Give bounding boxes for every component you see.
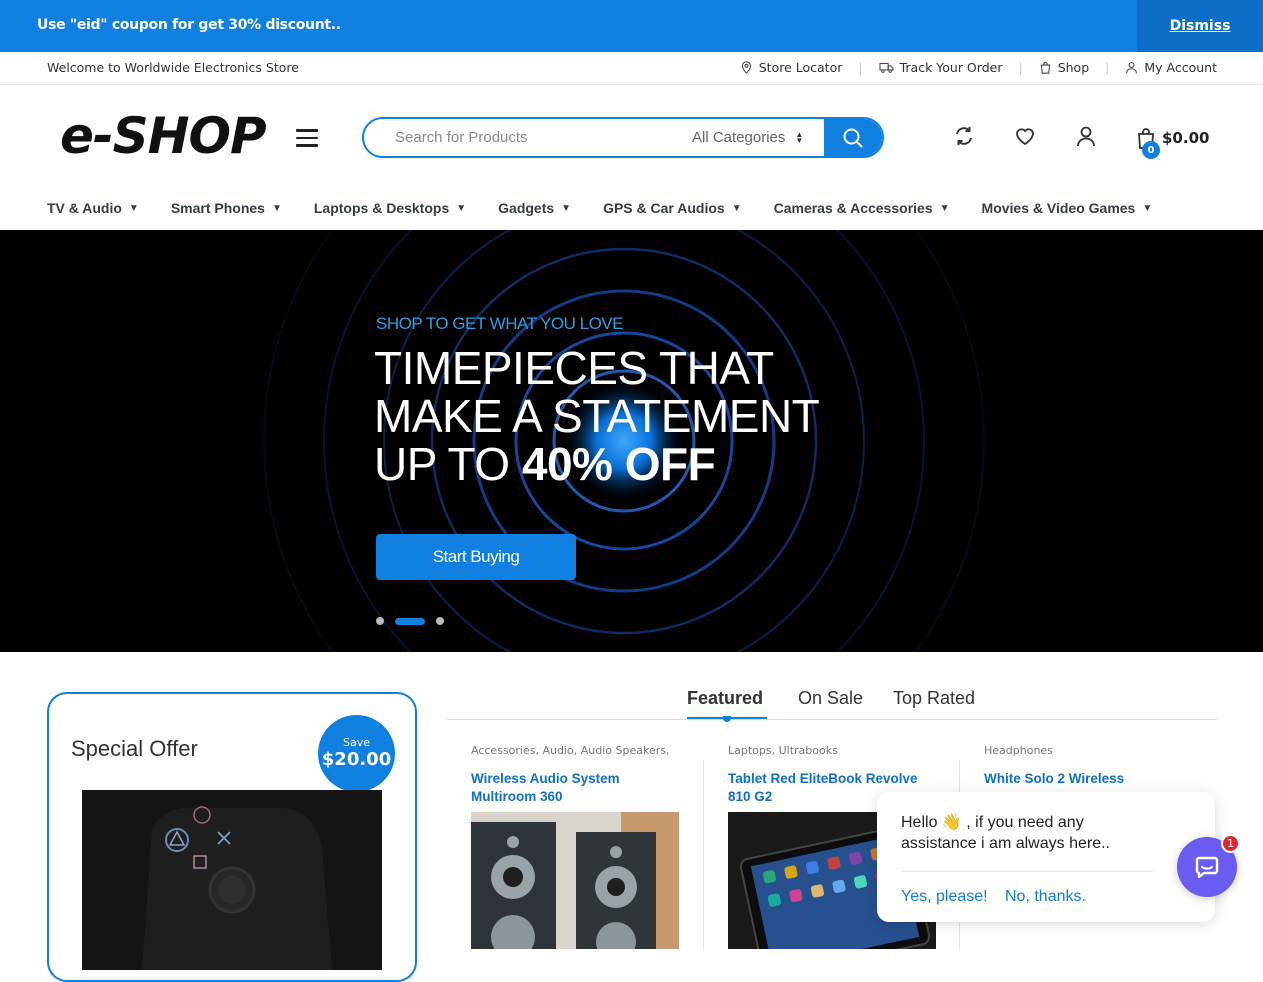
chevron-down-icon: ▼ xyxy=(456,202,467,214)
cart-count-badge: 0 xyxy=(1142,141,1160,159)
divider: | xyxy=(1105,60,1110,75)
search-icon xyxy=(843,128,863,147)
dismiss-link[interactable]: Dismiss xyxy=(1137,0,1263,52)
notice-text: Use "eid" coupon for get 30% discount.. xyxy=(37,17,341,33)
chat-message: Hello 👋 , if you need any assistance i a… xyxy=(901,814,1110,852)
chevron-down-icon: ▼ xyxy=(731,202,742,214)
start-buying-button[interactable]: Start Buying xyxy=(376,534,576,580)
nav-item-gps-car-audios[interactable]: GPS & Car Audios ▼ xyxy=(603,197,742,219)
slider-dot[interactable] xyxy=(436,617,444,625)
chevron-down-icon: ▼ xyxy=(939,202,950,214)
hero-subtitle: SHOP TO GET WHAT YOU LOVE xyxy=(376,314,623,333)
shop-label: Shop xyxy=(1057,60,1090,75)
slider-dot[interactable] xyxy=(376,617,384,625)
map-pin-icon xyxy=(741,61,751,74)
nav-item-laptops-desktops[interactable]: Laptops & Desktops ▼ xyxy=(314,197,466,219)
heart-icon[interactable] xyxy=(1014,125,1036,147)
cart-total: $0.00 xyxy=(1162,129,1210,147)
tab-featured[interactable]: Featured xyxy=(687,688,763,709)
category-label: All Categories xyxy=(692,129,786,146)
store-notice: Use "eid" coupon for get 30% discount.. … xyxy=(0,0,1263,52)
top-links: Store Locator | Track Your Order | Shop … xyxy=(740,60,1217,75)
tab-on-sale[interactable]: On Sale xyxy=(798,688,863,709)
chat-popup: Hello 👋 , if you need any assistance i a… xyxy=(877,792,1215,922)
user-icon xyxy=(1126,62,1138,74)
hero-title-line: TIMEPIECES THAT xyxy=(374,342,774,394)
product-title[interactable]: White Solo 2 Wireless xyxy=(984,770,1204,788)
hero-title-prefix: UP TO xyxy=(374,438,522,490)
nav-label: GPS & Car Audios xyxy=(603,200,725,216)
truck-icon xyxy=(879,62,894,73)
special-offer-title: Special Offer xyxy=(71,736,198,761)
nav-item-tv-audio[interactable]: TV & Audio ▼ xyxy=(47,197,139,219)
nav-label: Gadgets xyxy=(498,200,555,216)
tab-top-rated[interactable]: Top Rated xyxy=(893,688,975,709)
account-icon[interactable] xyxy=(1075,125,1097,147)
hero-discount: 40% OFF xyxy=(521,438,716,490)
product-category[interactable]: Laptops, Ultrabooks xyxy=(728,744,838,757)
divider xyxy=(703,760,704,949)
menu-toggle-icon[interactable] xyxy=(296,129,318,147)
nav-label: Movies & Video Games xyxy=(981,200,1136,216)
store-locator-label: Store Locator xyxy=(758,60,843,75)
chat-no-button[interactable]: No, thanks. xyxy=(1005,888,1086,906)
category-select[interactable]: All Categories ▲ ▼ xyxy=(684,119,824,156)
top-bar: Welcome to Worldwide Electronics Store S… xyxy=(0,52,1263,85)
main-nav: TV & Audio ▼ Smart Phones ▼ Laptops & Desk… xyxy=(47,197,1152,219)
divider: | xyxy=(1018,60,1023,75)
chat-bubble-icon xyxy=(1195,856,1219,879)
header-icons xyxy=(953,125,1136,147)
save-label: Save xyxy=(342,736,370,749)
search-bar: All Categories ▲▼ xyxy=(362,117,884,158)
search-button[interactable] xyxy=(824,119,882,156)
save-amount: $20.00 xyxy=(321,749,392,770)
hero-title-line: MAKE A STATEMENT xyxy=(374,390,820,442)
nav-label: Laptops & Desktops xyxy=(313,200,450,216)
site-header: e-SHOP All Categories ▲▼ 0 $0.00 xyxy=(0,85,1263,190)
search-input[interactable] xyxy=(364,119,684,156)
nav-item-movies-video-games[interactable]: Movies & Video Games ▼ xyxy=(982,197,1153,219)
product-image[interactable] xyxy=(471,812,679,949)
site-logo[interactable]: e-SHOP xyxy=(60,107,267,165)
chat-unread-badge: 1 xyxy=(1221,834,1240,853)
hero-slider: SHOP TO GET WHAT YOU LOVE TIMEPIECES THA… xyxy=(0,230,1263,652)
chevron-down-icon: ▼ xyxy=(128,202,139,214)
chevron-down-icon: ▼ xyxy=(1142,202,1153,214)
nav-label: TV & Audio xyxy=(47,200,122,216)
nav-label: Smart Phones xyxy=(170,200,265,216)
my-account-link[interactable]: My Account xyxy=(1125,60,1217,75)
save-badge: Save $20.00 xyxy=(318,715,395,792)
game-controller-image[interactable] xyxy=(82,790,382,970)
chevron-down-icon: ▼ xyxy=(271,202,282,214)
nav-item-smart-phones[interactable]: Smart Phones ▼ xyxy=(171,197,282,219)
track-order-link[interactable]: Track Your Order xyxy=(879,60,1003,75)
product-title[interactable]: Wireless Audio System Multiroom 360 xyxy=(471,770,671,806)
mini-cart[interactable]: 0 $0.00 xyxy=(1136,127,1210,159)
shop-link[interactable]: Shop xyxy=(1039,60,1089,75)
nav-item-gadgets[interactable]: Gadgets ▼ xyxy=(498,197,571,219)
divider xyxy=(901,871,1153,872)
compare-icon[interactable] xyxy=(953,125,975,147)
chat-yes-button[interactable]: Yes, please! xyxy=(901,888,988,906)
product-category[interactable]: Headphones xyxy=(984,744,1053,757)
hero-title: TIMEPIECES THAT MAKE A STATEMENT UP TO 4… xyxy=(374,342,820,488)
hero-title-line: UP TO 40% OFF xyxy=(374,440,819,488)
welcome-text: Welcome to Worldwide Electronics Store xyxy=(47,60,299,75)
slider-dots xyxy=(376,617,444,625)
my-account-label: My Account xyxy=(1144,60,1217,75)
divider: | xyxy=(858,60,863,75)
nav-label: Cameras & Accessories xyxy=(773,200,933,216)
shopping-bag-icon xyxy=(1040,61,1050,74)
store-locator-link[interactable]: Store Locator xyxy=(740,60,843,75)
special-offer-card: Special Offer Save $20.00 xyxy=(47,692,417,982)
slider-dot-active[interactable] xyxy=(395,617,425,625)
nav-item-cameras-accessories[interactable]: Cameras & Accessories ▼ xyxy=(774,197,950,219)
product-card: Accessories, Audio, Audio Speakers, Wire… xyxy=(471,720,701,949)
select-arrows-icon: ▲ ▼ xyxy=(795,129,804,145)
product-category[interactable]: Accessories, Audio, Audio Speakers, xyxy=(471,744,669,757)
chevron-down-icon: ▼ xyxy=(561,202,572,214)
track-order-label: Track Your Order xyxy=(899,60,1003,75)
product-tabs: Featured On Sale Top Rated xyxy=(447,686,1217,722)
